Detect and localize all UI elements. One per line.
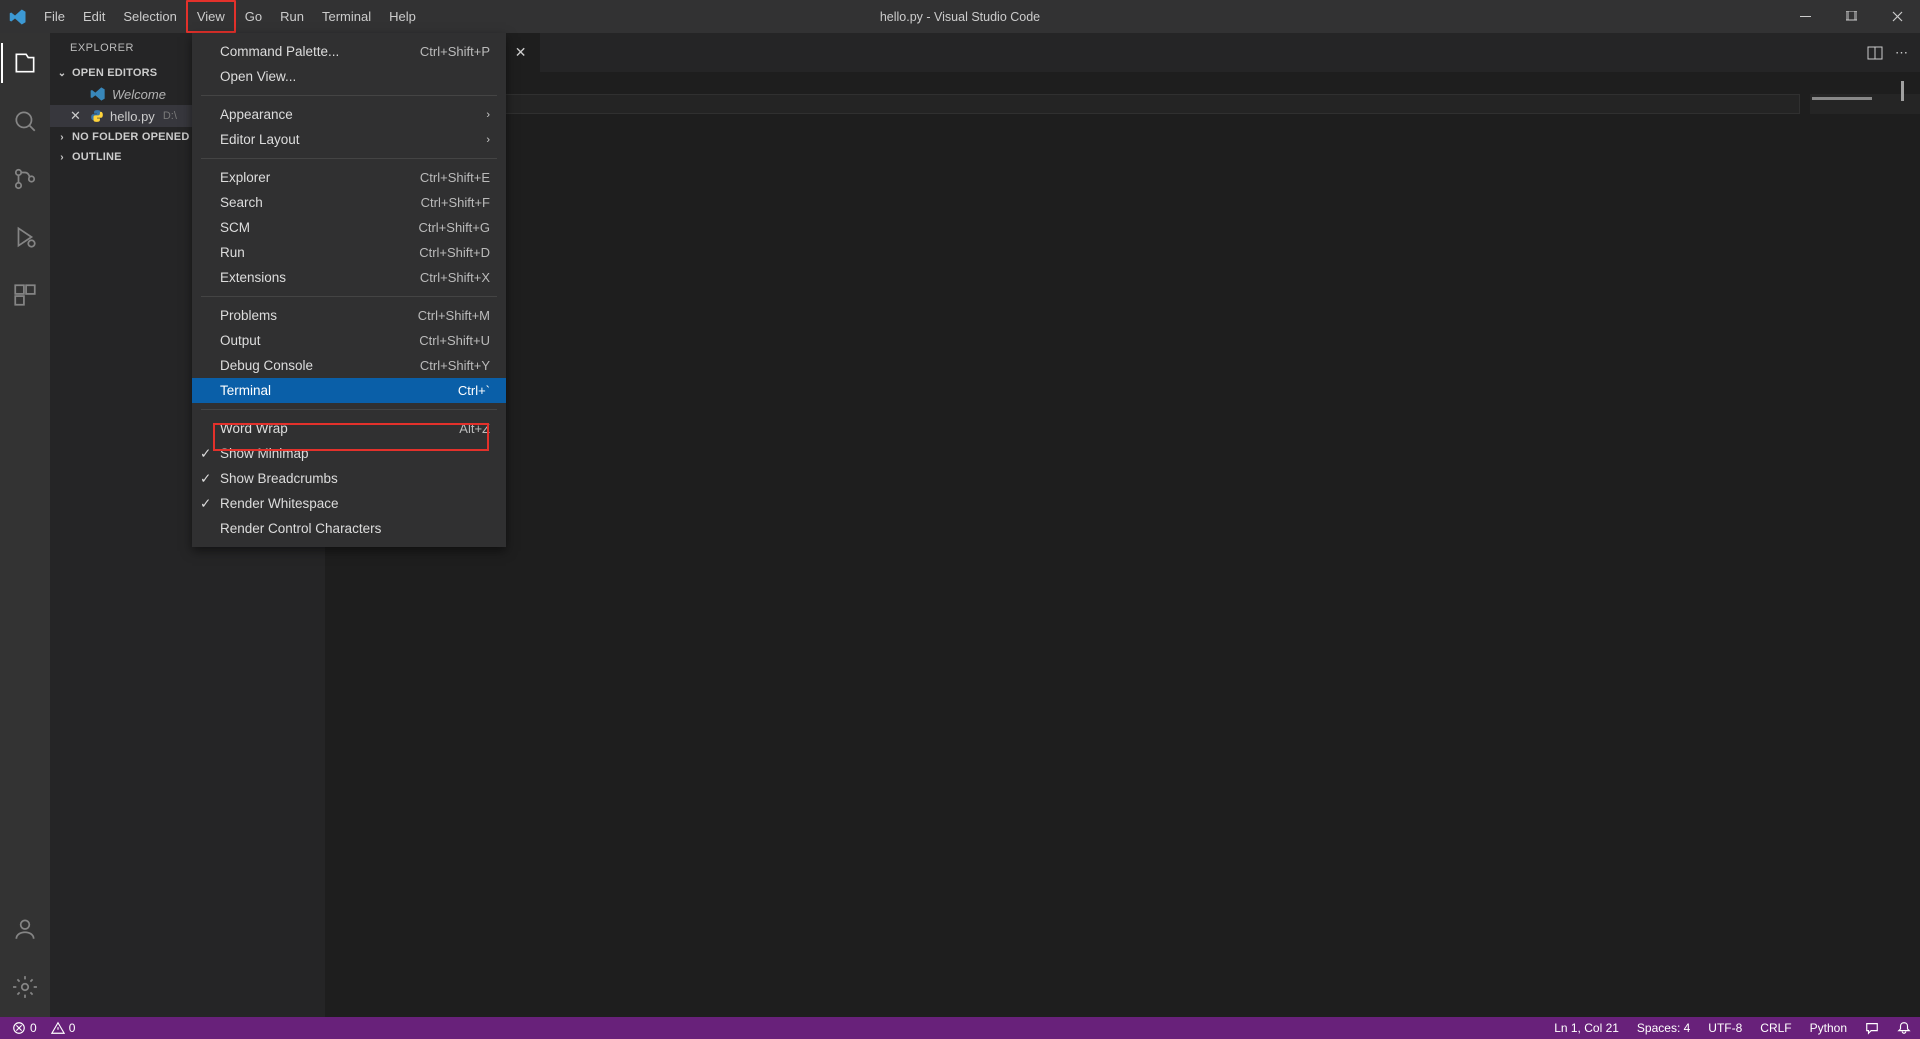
title-bar: File Edit Selection View Go Run Terminal… bbox=[0, 0, 1920, 33]
menu-show-breadcrumbs[interactable]: ✓Show Breadcrumbs bbox=[192, 466, 506, 491]
vscode-logo-icon bbox=[0, 8, 35, 26]
file-dir: D:\ bbox=[163, 110, 177, 122]
status-errors[interactable]: 0 bbox=[6, 1021, 43, 1035]
menu-editor-layout[interactable]: Editor Layout› bbox=[192, 127, 506, 152]
split-editor-icon[interactable] bbox=[1867, 45, 1883, 61]
editor-area: Welcome hello.py ✕ ⋯ hello.py 1 print('h… bbox=[325, 33, 1920, 1017]
overview-ruler-mark bbox=[1901, 81, 1904, 101]
status-bell-icon[interactable] bbox=[1888, 1021, 1920, 1035]
status-encoding[interactable]: UTF-8 bbox=[1699, 1021, 1751, 1035]
menu-terminal-item[interactable]: TerminalCtrl+` bbox=[192, 378, 506, 403]
close-icon[interactable]: ✕ bbox=[515, 44, 527, 61]
menu-explorer[interactable]: ExplorerCtrl+Shift+E bbox=[192, 165, 506, 190]
status-cursor[interactable]: Ln 1, Col 21 bbox=[1545, 1021, 1628, 1035]
menu-selection[interactable]: Selection bbox=[114, 0, 185, 33]
menu-extensions[interactable]: ExtensionsCtrl+Shift+X bbox=[192, 265, 506, 290]
menu-file[interactable]: File bbox=[35, 0, 74, 33]
menu-bar: File Edit Selection View Go Run Terminal… bbox=[35, 0, 425, 33]
menu-separator bbox=[201, 409, 497, 410]
vscode-icon bbox=[90, 86, 106, 102]
activity-run-icon[interactable] bbox=[1, 217, 49, 257]
chevron-right-icon: › bbox=[486, 134, 490, 146]
status-feedback-icon[interactable] bbox=[1856, 1021, 1888, 1035]
close-icon[interactable]: ✕ bbox=[70, 108, 84, 124]
menu-scm[interactable]: SCMCtrl+Shift+G bbox=[192, 215, 506, 240]
menu-output[interactable]: OutputCtrl+Shift+U bbox=[192, 328, 506, 353]
activity-accounts-icon[interactable] bbox=[1, 909, 49, 949]
activity-settings-icon[interactable] bbox=[1, 967, 49, 1007]
menu-debug-console[interactable]: Debug ConsoleCtrl+Shift+Y bbox=[192, 353, 506, 378]
status-bar: 0 0 Ln 1, Col 21 Spaces: 4 UTF-8 CRLF Py… bbox=[0, 1017, 1920, 1039]
status-eol[interactable]: CRLF bbox=[1751, 1021, 1800, 1035]
current-line-highlight bbox=[377, 94, 1800, 114]
python-icon bbox=[90, 109, 104, 123]
menu-show-minimap[interactable]: ✓Show Minimap bbox=[192, 441, 506, 466]
menu-render-whitespace[interactable]: ✓Render Whitespace bbox=[192, 491, 506, 516]
menu-view[interactable]: View bbox=[186, 0, 236, 33]
breadcrumb[interactable]: hello.py bbox=[325, 72, 1920, 94]
menu-appearance[interactable]: Appearance› bbox=[192, 102, 506, 127]
menu-search[interactable]: SearchCtrl+Shift+F bbox=[192, 190, 506, 215]
menu-go[interactable]: Go bbox=[236, 0, 271, 33]
menu-command-palette[interactable]: Command Palette...Ctrl+Shift+P bbox=[192, 39, 506, 64]
menu-render-control-chars[interactable]: Render Control Characters bbox=[192, 516, 506, 541]
file-label: Welcome bbox=[112, 87, 166, 102]
menu-separator bbox=[201, 158, 497, 159]
file-label: hello.py bbox=[110, 109, 155, 124]
menu-word-wrap[interactable]: Word WrapAlt+Z bbox=[192, 416, 506, 441]
editor-tabs: Welcome hello.py ✕ ⋯ bbox=[325, 33, 1920, 72]
close-icon[interactable] bbox=[70, 87, 84, 102]
status-language[interactable]: Python bbox=[1801, 1021, 1856, 1035]
close-button[interactable] bbox=[1874, 0, 1920, 33]
menu-terminal[interactable]: Terminal bbox=[313, 0, 380, 33]
chevron-right-icon: › bbox=[56, 152, 68, 163]
menu-separator bbox=[201, 95, 497, 96]
menu-problems[interactable]: ProblemsCtrl+Shift+M bbox=[192, 303, 506, 328]
menu-open-view[interactable]: Open View... bbox=[192, 64, 506, 89]
check-icon: ✓ bbox=[200, 446, 211, 462]
chevron-down-icon: ⌄ bbox=[56, 68, 68, 79]
chevron-right-icon: › bbox=[486, 109, 490, 121]
check-icon: ✓ bbox=[200, 471, 211, 487]
activity-search-icon[interactable] bbox=[1, 101, 49, 141]
minimize-button[interactable] bbox=[1782, 0, 1828, 33]
status-warnings[interactable]: 0 bbox=[45, 1021, 82, 1035]
chevron-right-icon: › bbox=[56, 132, 68, 143]
activity-scm-icon[interactable] bbox=[1, 159, 49, 199]
view-menu-dropdown: Command Palette...Ctrl+Shift+P Open View… bbox=[192, 33, 506, 547]
menu-separator bbox=[201, 296, 497, 297]
activity-explorer-icon[interactable] bbox=[1, 43, 49, 83]
maximize-button[interactable] bbox=[1828, 0, 1874, 33]
check-icon: ✓ bbox=[200, 496, 211, 512]
activity-bar bbox=[0, 33, 50, 1017]
code-editor[interactable]: 1 print('hello world') bbox=[325, 94, 1920, 116]
menu-help[interactable]: Help bbox=[380, 0, 425, 33]
menu-run[interactable]: Run bbox=[271, 0, 313, 33]
status-indent[interactable]: Spaces: 4 bbox=[1628, 1021, 1699, 1035]
menu-edit[interactable]: Edit bbox=[74, 0, 114, 33]
activity-extensions-icon[interactable] bbox=[1, 275, 49, 315]
menu-run-view[interactable]: RunCtrl+Shift+D bbox=[192, 240, 506, 265]
more-actions-icon[interactable]: ⋯ bbox=[1895, 45, 1908, 61]
